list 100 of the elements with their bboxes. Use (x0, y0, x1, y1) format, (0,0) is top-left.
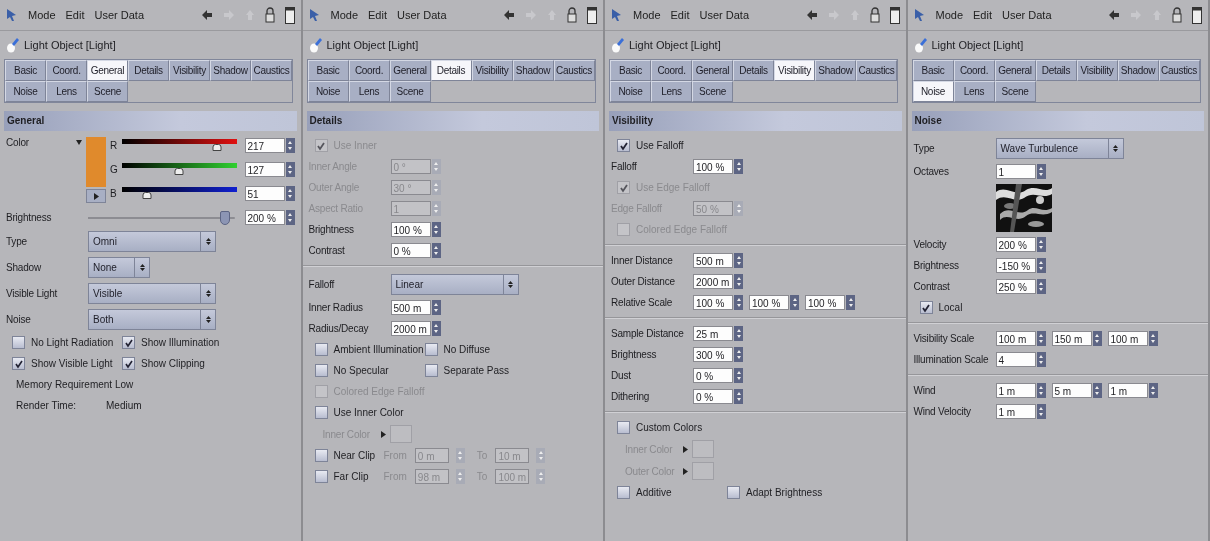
window-icon[interactable] (889, 6, 900, 24)
tab[interactable]: Noise (912, 81, 954, 102)
spin-button[interactable] (1092, 383, 1102, 398)
spin-button[interactable] (734, 295, 743, 310)
spin-button[interactable] (790, 295, 799, 310)
tab[interactable]: Details (430, 60, 472, 81)
number-field[interactable]: 217 (244, 137, 285, 153)
number-field[interactable]: 127 (244, 161, 285, 177)
back-arrow-icon[interactable] (503, 9, 515, 21)
color-well[interactable] (692, 440, 714, 458)
spin-button[interactable] (734, 253, 743, 268)
spin-button[interactable] (1148, 331, 1158, 346)
number-field[interactable]: 100 m (1107, 331, 1148, 346)
dropdown[interactable]: Linear (390, 273, 519, 295)
dropdown[interactable]: Both (88, 308, 216, 330)
spin-button[interactable] (431, 243, 441, 258)
number-field[interactable]: 51 (244, 185, 285, 201)
pointer-icon[interactable] (611, 8, 623, 22)
tab[interactable]: Shadow (1117, 60, 1159, 81)
checkbox[interactable] (122, 357, 135, 370)
spin-button[interactable] (1036, 352, 1046, 367)
number-field[interactable]: 1 (995, 164, 1036, 179)
lock-icon[interactable] (264, 7, 275, 23)
number-field[interactable]: 0 % (693, 368, 733, 383)
spin-button[interactable] (1092, 331, 1102, 346)
dropdown[interactable]: Omni (88, 230, 216, 252)
menu-item[interactable]: Mode (28, 9, 56, 21)
spin-button[interactable] (734, 389, 743, 404)
dropdown[interactable]: None (88, 256, 150, 278)
menu-item[interactable]: Edit (65, 9, 85, 21)
spin-button[interactable] (431, 321, 441, 336)
caret-icon[interactable] (683, 445, 688, 453)
tab[interactable]: Details (733, 60, 774, 81)
tab[interactable]: Scene (692, 81, 733, 102)
spin-button[interactable] (431, 300, 441, 315)
window-icon[interactable] (1192, 6, 1202, 24)
spin-button[interactable] (734, 368, 743, 383)
tab[interactable]: Details (128, 60, 169, 81)
color-swatch[interactable] (86, 137, 106, 187)
spin-button[interactable] (734, 159, 743, 174)
back-arrow-icon[interactable] (805, 9, 818, 21)
tab[interactable]: General (692, 60, 733, 81)
spin-button[interactable] (846, 295, 855, 310)
number-field[interactable]: 0 % (390, 243, 431, 258)
window-icon[interactable] (284, 6, 295, 24)
menu-item[interactable]: Edit (670, 9, 690, 21)
tab[interactable]: Noise (5, 81, 46, 102)
number-field[interactable]: 2000 m (390, 321, 431, 336)
tab[interactable]: Lens (348, 81, 390, 102)
tab[interactable]: Shadow (815, 60, 856, 81)
number-field[interactable]: 250 % (995, 279, 1036, 294)
spin-button[interactable] (1036, 258, 1046, 273)
spin-button[interactable] (1036, 237, 1046, 252)
tab[interactable]: Shadow (512, 60, 554, 81)
tab[interactable]: Caustics (1158, 60, 1200, 81)
tab[interactable]: Lens (46, 81, 87, 102)
pointer-icon[interactable] (308, 8, 321, 22)
number-field[interactable]: 500 m (693, 253, 733, 268)
number-field[interactable]: -150 % (995, 258, 1036, 273)
number-field[interactable]: 1 m (1107, 383, 1148, 398)
menu-item[interactable]: Mode (330, 9, 359, 21)
spin-button[interactable] (1036, 331, 1046, 346)
window-icon[interactable] (587, 6, 597, 24)
tab[interactable]: Caustics (553, 60, 595, 81)
pointer-icon[interactable] (913, 8, 926, 22)
number-field[interactable]: 100 % (749, 295, 789, 310)
slider-thumb[interactable] (174, 168, 184, 175)
tab[interactable]: Details (1035, 60, 1077, 81)
checkbox[interactable] (617, 421, 630, 434)
number-field[interactable]: 100 % (693, 295, 733, 310)
tab[interactable]: Lens (953, 81, 995, 102)
menu-item[interactable]: Mode (935, 9, 964, 21)
lock-icon[interactable] (869, 7, 880, 23)
menu-item[interactable]: User Data (699, 9, 750, 21)
number-field[interactable]: 5 m (1051, 383, 1092, 398)
checkbox[interactable] (12, 336, 25, 349)
tab[interactable]: Noise (307, 81, 349, 102)
spin-button[interactable] (1036, 164, 1046, 179)
spin-button[interactable] (1036, 279, 1046, 294)
tab[interactable]: Caustics (251, 60, 292, 81)
tab[interactable]: General (994, 60, 1036, 81)
menu-item[interactable]: Edit (973, 9, 992, 21)
number-field[interactable]: 100 % (390, 222, 431, 237)
checkbox[interactable] (919, 301, 933, 314)
number-field[interactable]: 100 m (995, 331, 1036, 346)
checkbox[interactable] (314, 470, 328, 483)
spin-button[interactable] (285, 161, 295, 177)
spin-button[interactable] (431, 222, 441, 237)
spin-button[interactable] (285, 210, 295, 225)
lock-icon[interactable] (567, 7, 577, 23)
slider-thumb[interactable] (212, 144, 221, 151)
tab[interactable]: Basic (912, 60, 954, 81)
menu-item[interactable]: Mode (633, 9, 661, 21)
checkbox[interactable] (314, 406, 328, 419)
color-well[interactable] (692, 462, 714, 480)
number-field[interactable]: 4 (995, 352, 1036, 367)
expand-button[interactable] (86, 189, 106, 203)
tab[interactable]: General (87, 60, 128, 81)
number-field[interactable]: 2000 m (693, 274, 733, 289)
number-field[interactable]: 300 % (693, 347, 733, 362)
